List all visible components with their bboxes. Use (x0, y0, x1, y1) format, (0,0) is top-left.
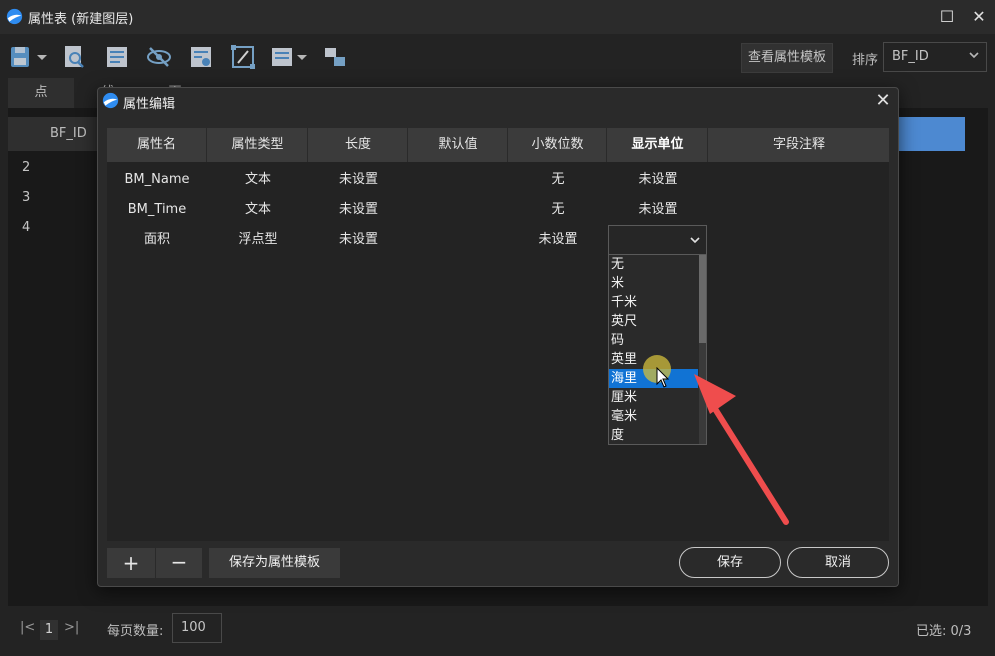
field-unit-cell[interactable]: 未设置 (608, 165, 708, 195)
unit-option[interactable]: 千米 (609, 293, 698, 312)
unit-option[interactable]: 码 (609, 331, 698, 350)
unit-option[interactable]: 毫米 (609, 407, 698, 426)
field-type-cell[interactable]: 文本 (208, 195, 308, 225)
field-decimals-cell[interactable]: 无 (509, 195, 607, 225)
add-field-button[interactable]: + (107, 548, 155, 578)
save-button[interactable]: 保存 (679, 547, 781, 578)
column-header-name: 属性名 (107, 128, 207, 162)
dialog-close-button[interactable]: ✕ (872, 90, 894, 112)
title-bar (0, 0, 995, 34)
field-name-cell[interactable]: 面积 (107, 225, 207, 255)
mouse-pointer-icon (656, 367, 670, 388)
save-as-template-button[interactable]: 保存为属性模板 (209, 548, 340, 578)
unit-option[interactable]: 英尺 (609, 312, 698, 331)
field-name-cell[interactable]: BM_Name (107, 165, 207, 195)
field-type-cell[interactable]: 浮点型 (208, 225, 308, 255)
field-length-cell[interactable]: 未设置 (309, 195, 408, 225)
column-header-length: 长度 (309, 128, 408, 162)
annotation-arrow-icon (694, 374, 789, 525)
maximize-button[interactable]: ☐ (936, 6, 958, 28)
field-name-cell[interactable]: BM_Time (107, 195, 207, 225)
remove-field-button[interactable]: − (156, 548, 202, 578)
field-length-cell[interactable]: 未设置 (309, 225, 408, 255)
chevron-down-icon[interactable] (689, 234, 701, 246)
window-title: 属性表 (新建图层) (28, 12, 134, 27)
unit-option[interactable]: 厘米 (609, 388, 698, 407)
field-unit-cell[interactable]: 未设置 (608, 195, 708, 225)
column-header-unit: 显示单位 (608, 128, 708, 162)
unit-option[interactable]: 无 (609, 255, 698, 274)
dialog-logo-icon (102, 92, 119, 109)
unit-option[interactable]: 米 (609, 274, 698, 293)
column-header-type: 属性类型 (208, 128, 308, 162)
field-decimals-cell[interactable]: 未设置 (509, 225, 607, 255)
close-button[interactable]: ✕ (968, 6, 990, 28)
field-type-cell[interactable]: 文本 (208, 165, 308, 195)
column-header-decimals: 小数位数 (509, 128, 607, 162)
dialog-title: 属性编辑 (123, 97, 176, 112)
unit-option[interactable]: 度 (609, 426, 698, 445)
column-header-note: 字段注释 (772, 137, 825, 152)
field-decimals-cell[interactable]: 无 (509, 165, 607, 195)
cancel-button[interactable]: 取消 (787, 547, 889, 578)
column-header-default: 默认值 (409, 128, 508, 162)
dropdown-scrollbar-thumb[interactable] (699, 255, 706, 343)
field-length-cell[interactable]: 未设置 (309, 165, 408, 195)
app-logo-icon (6, 8, 23, 25)
